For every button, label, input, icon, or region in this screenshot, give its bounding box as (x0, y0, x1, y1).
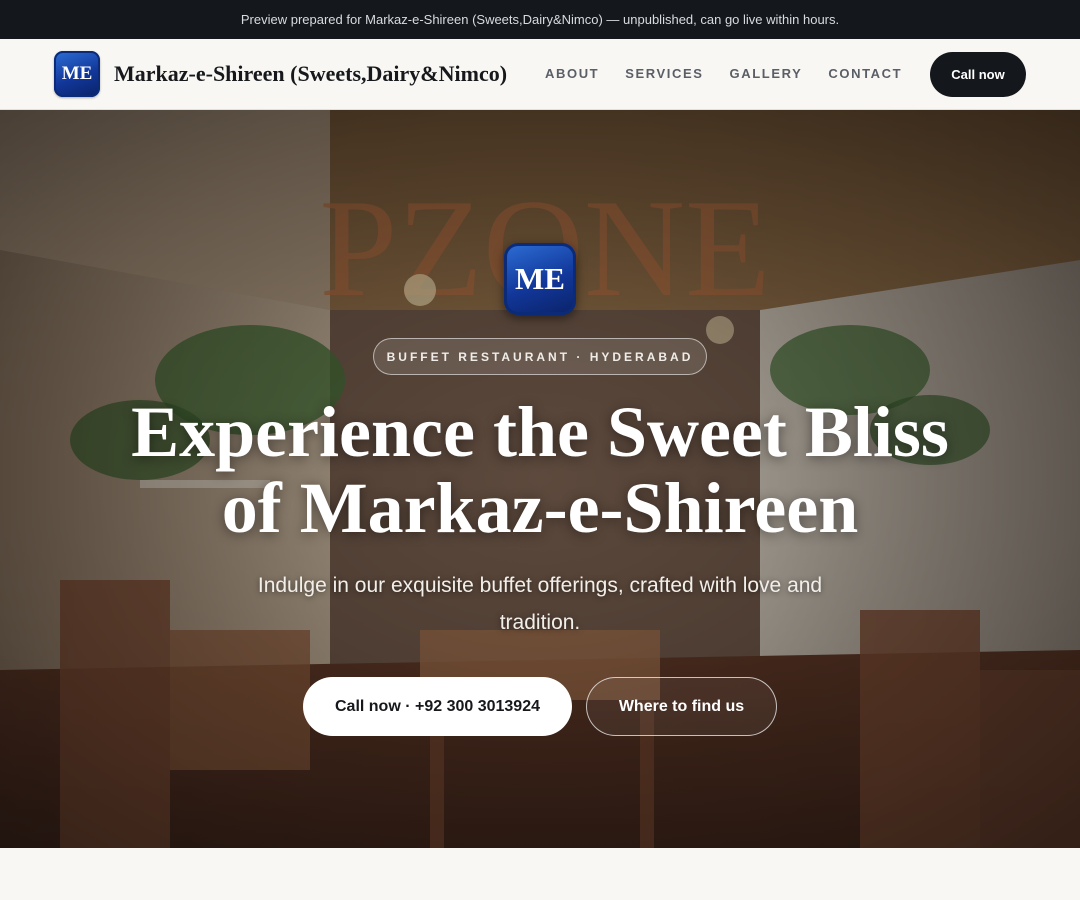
nav-link-services[interactable]: SERVICES (625, 66, 703, 81)
next-section-top (0, 848, 1080, 900)
nav-link-about[interactable]: ABOUT (545, 66, 599, 81)
brand-name[interactable]: Markaz-e-Shireen (Sweets,Dairy&Nimco) (114, 61, 507, 87)
hero-subtitle: Indulge in our exquisite buffet offering… (257, 574, 823, 634)
hero-headline-line1: Experience the Sweet Bliss (131, 392, 949, 472)
preview-banner-text: Preview prepared for Markaz-e-Shireen (S… (240, 12, 840, 27)
logo-text: ME (61, 63, 93, 84)
hero-headline-line2: of Markaz-e-Shireen (221, 468, 859, 548)
header-call-button[interactable]: Call now (930, 52, 1026, 97)
nav-link-contact[interactable]: CONTACT (828, 66, 902, 81)
site-header: ME Markaz-e-Shireen (Sweets,Dairy&Nimco)… (0, 39, 1080, 110)
hero-headline: Experience the Sweet Bliss of Markaz-e-S… (90, 394, 990, 546)
main-nav: ABOUT SERVICES GALLERY CONTACT (545, 66, 902, 81)
category-badge: BUFFET RESTAURANT · HYDERABAD (373, 338, 707, 375)
hero-section: PZONE ME BUFFET RESTAURANT · HYDERABAD E… (0, 110, 1080, 848)
call-now-button[interactable]: Call now · +92 300 3013924 (303, 677, 572, 736)
nav-link-gallery[interactable]: GALLERY (730, 66, 803, 81)
find-us-button[interactable]: Where to find us (586, 677, 777, 736)
logo-icon[interactable]: ME (54, 51, 100, 97)
hero-logo-icon: ME (504, 243, 576, 315)
hero-logo-text: ME (515, 261, 565, 296)
preview-banner: Preview prepared for Markaz-e-Shireen (S… (0, 0, 1080, 39)
